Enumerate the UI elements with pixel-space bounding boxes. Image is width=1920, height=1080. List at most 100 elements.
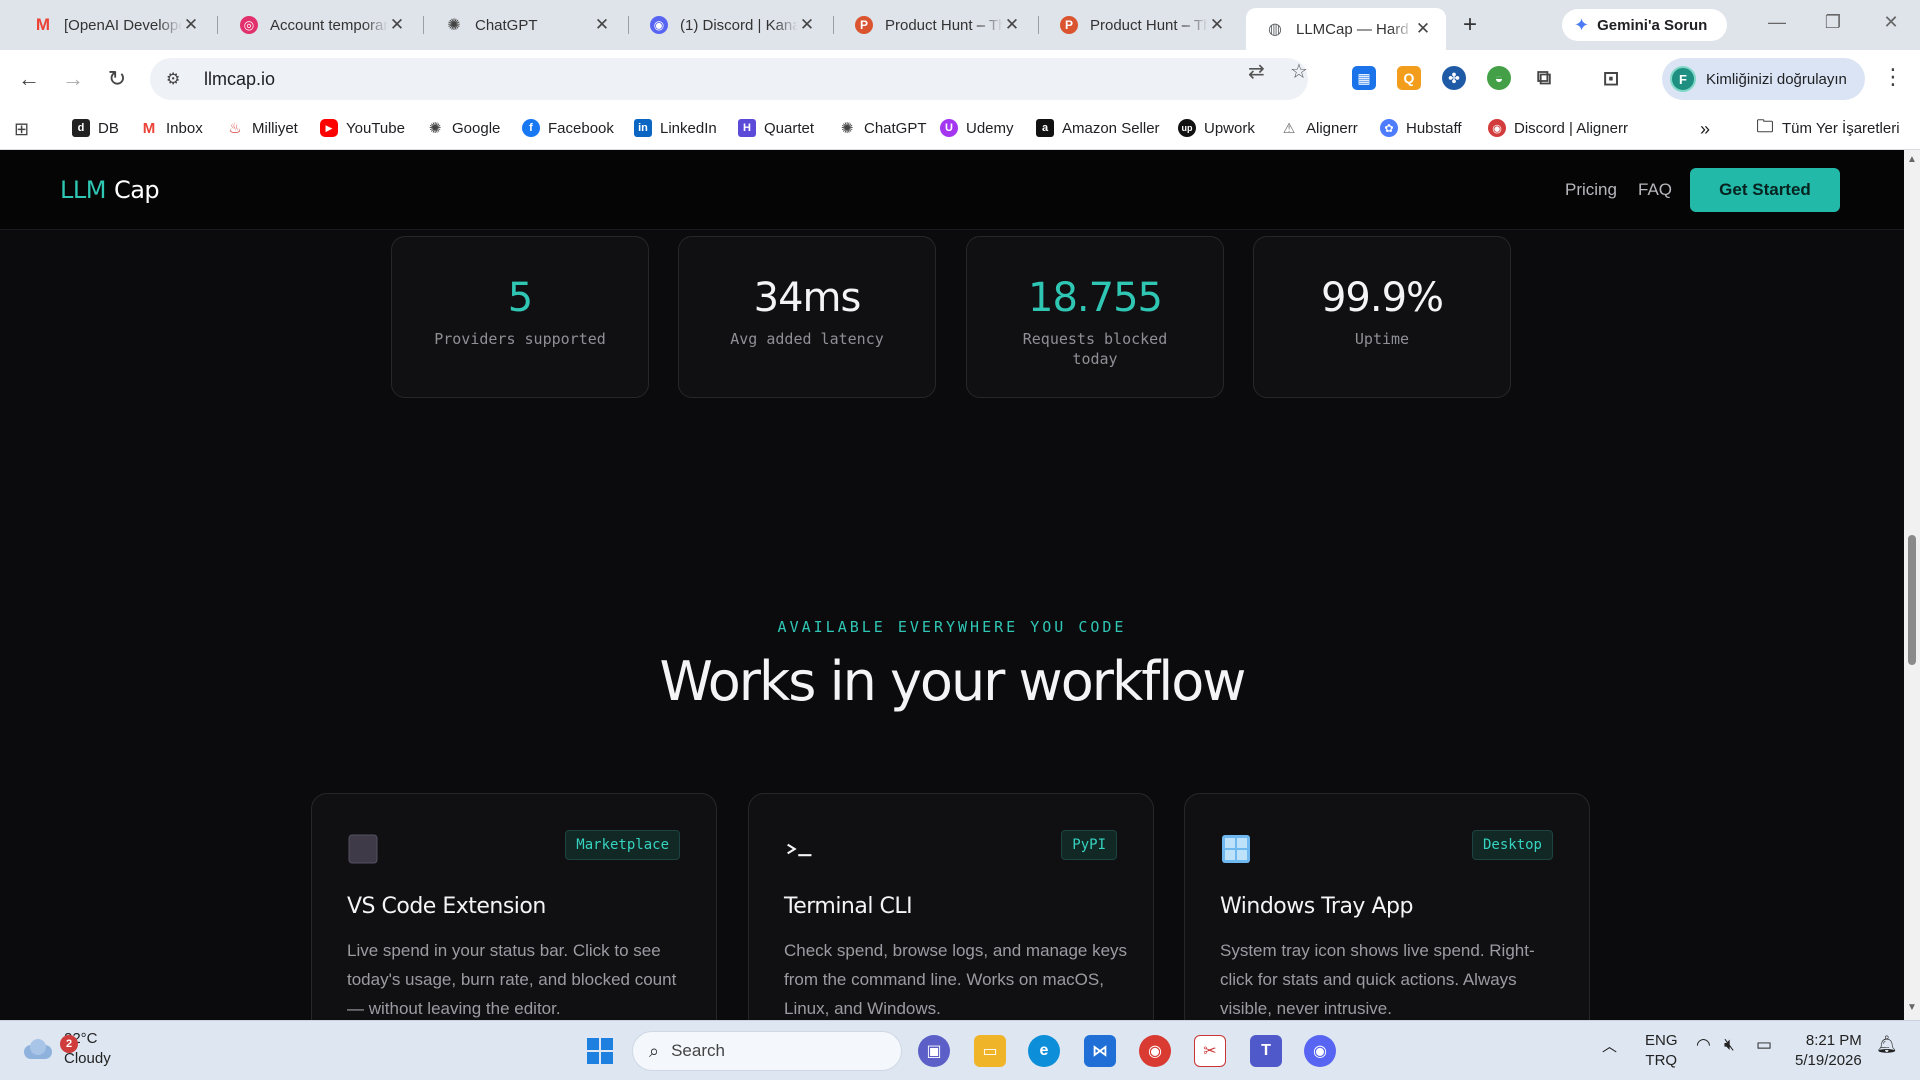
profile-button[interactable]: F Kimliğinizi doğrulayın bbox=[1662, 58, 1865, 100]
bookmarks-overflow-button[interactable]: » bbox=[1700, 119, 1710, 140]
bookmark-discord-alignerr[interactable]: ◉ Discord | Alignerr bbox=[1488, 119, 1628, 137]
card-terminal-cli[interactable]: PyPI Terminal CLI Check spend, browse lo… bbox=[748, 793, 1154, 1020]
address-bar[interactable]: ⚙ llmcap.io bbox=[150, 58, 1308, 100]
snipping-tool-icon[interactable]: ✂ bbox=[1194, 1035, 1226, 1067]
wifi-icon[interactable]: ◠ bbox=[1696, 1035, 1711, 1055]
extension-search-icon[interactable]: Q bbox=[1397, 66, 1421, 90]
speaker-muted-icon[interactable]: 🔇︎ bbox=[1724, 1035, 1735, 1055]
reload-icon[interactable]: ↻ bbox=[102, 64, 132, 94]
scroll-up-icon[interactable]: ▲ bbox=[1907, 154, 1917, 165]
tab-product-hunt-2[interactable]: P Product Hunt – The ✕ bbox=[1040, 8, 1240, 42]
tab-product-hunt-1[interactable]: P Product Hunt – The ✕ bbox=[835, 8, 1035, 42]
apps-grid-icon[interactable]: ⊞ bbox=[14, 119, 29, 140]
gemini-label: Gemini'a Sorun bbox=[1597, 16, 1708, 34]
minimize-icon[interactable]: — bbox=[1762, 12, 1792, 33]
close-icon[interactable]: ✕ bbox=[182, 15, 200, 35]
scrollbar-thumb[interactable] bbox=[1908, 535, 1916, 665]
quartet-icon: H bbox=[738, 119, 756, 137]
card-badge: Desktop bbox=[1471, 830, 1553, 860]
discord-icon[interactable]: ◉ bbox=[1304, 1035, 1336, 1067]
extension-bowl-icon[interactable]: ◒ bbox=[1487, 66, 1511, 90]
url-text[interactable]: llmcap.io bbox=[204, 69, 275, 90]
youtube-icon: ▶ bbox=[320, 119, 338, 137]
tab-llmcap-active[interactable]: ◍ LLMCap — Hard li ✕ bbox=[1246, 8, 1446, 50]
bookmark-label: Amazon Seller bbox=[1062, 119, 1160, 137]
stat-label: Uptime bbox=[1354, 330, 1410, 348]
bookmark-udemy[interactable]: U Udemy bbox=[940, 119, 1014, 137]
nav-faq-link[interactable]: FAQ bbox=[1638, 180, 1672, 200]
card-windows-tray-app[interactable]: Desktop Windows Tray App System tray ico… bbox=[1184, 793, 1590, 1020]
bookmark-upwork[interactable]: up Upwork bbox=[1178, 119, 1255, 137]
close-icon[interactable]: ✕ bbox=[593, 15, 611, 35]
edge-browser-icon[interactable]: e bbox=[1028, 1035, 1060, 1067]
battery-icon[interactable]: ▭ bbox=[1756, 1035, 1772, 1055]
input-language-indicator[interactable]: ENG TRQ bbox=[1645, 1031, 1678, 1071]
linkedin-icon: in bbox=[634, 119, 652, 137]
bookmark-google[interactable]: ✺ Google bbox=[426, 119, 501, 138]
get-started-button[interactable]: Get Started bbox=[1690, 168, 1840, 212]
teams-icon[interactable]: T bbox=[1250, 1035, 1282, 1067]
bookmark-facebook[interactable]: f Facebook bbox=[522, 119, 614, 137]
weather-widget[interactable]: 2 22°C Cloudy bbox=[22, 1029, 111, 1069]
show-hidden-icons-chevron-icon[interactable]: ︿ bbox=[1602, 1035, 1617, 1056]
discord-icon: ◉ bbox=[650, 16, 668, 34]
logo-suffix: Cap bbox=[113, 176, 160, 204]
close-icon[interactable]: ✕ bbox=[1208, 15, 1226, 35]
gmail-icon: M bbox=[35, 15, 51, 34]
card-title: VS Code Extension bbox=[347, 894, 546, 919]
close-icon[interactable]: ✕ bbox=[1003, 15, 1021, 35]
extension-globe-icon[interactable]: ✤ bbox=[1442, 66, 1466, 90]
close-icon[interactable]: ✕ bbox=[1414, 19, 1432, 39]
file-explorer-icon[interactable]: ▭ bbox=[974, 1035, 1006, 1067]
bookmark-alignerr[interactable]: ⚠ Alignerr bbox=[1280, 119, 1358, 137]
extensions-puzzle-icon[interactable]: ⧉ bbox=[1532, 66, 1556, 90]
scroll-down-icon[interactable]: ▼ bbox=[1907, 1002, 1917, 1013]
close-icon[interactable]: ✕ bbox=[798, 15, 816, 35]
window-close-icon[interactable]: ✕ bbox=[1876, 12, 1906, 33]
bookmark-db[interactable]: d DB bbox=[72, 119, 119, 137]
bookmark-hubstaff[interactable]: ✿ Hubstaff bbox=[1380, 119, 1462, 137]
bookmark-quartet[interactable]: H Quartet bbox=[738, 119, 814, 137]
back-arrow-icon[interactable]: ← bbox=[14, 64, 44, 94]
site-logo[interactable]: LLM Cap bbox=[60, 176, 160, 204]
restore-icon[interactable]: ❐ bbox=[1818, 12, 1848, 33]
bookmark-amazon-seller[interactable]: a Amazon Seller bbox=[1036, 119, 1160, 137]
windows-logo-icon bbox=[1221, 834, 1251, 864]
chrome-icon[interactable]: ◉ bbox=[1139, 1035, 1171, 1067]
tab-chatgpt[interactable]: ✺ ChatGPT ✕ bbox=[425, 8, 625, 42]
bookmark-linkedin[interactable]: in LinkedIn bbox=[634, 119, 717, 137]
taskbar-clock[interactable]: 8:21 PM 5/19/2026 bbox=[1795, 1031, 1862, 1071]
all-bookmarks-folder[interactable]: 🗀 Tüm Yer İşaretleri bbox=[1756, 117, 1900, 137]
tab-account-temporarily[interactable]: ◎ Account temporarily ✕ bbox=[220, 8, 420, 42]
forward-arrow-icon[interactable]: → bbox=[58, 64, 88, 94]
tab-discord[interactable]: ◉ (1) Discord | Kanal ✕ bbox=[630, 8, 830, 42]
media-controls-icon[interactable]: ⊡ bbox=[1599, 66, 1623, 90]
taskbar-search-box[interactable]: ⌕ Search bbox=[632, 1031, 902, 1071]
card-description: Live spend in your status bar. Click to … bbox=[347, 941, 677, 1018]
windows-start-icon[interactable] bbox=[584, 1035, 616, 1067]
tab-title: Product Hunt – The bbox=[885, 16, 1003, 34]
close-icon[interactable]: ✕ bbox=[388, 15, 406, 35]
menu-kebab-icon[interactable]: ⋮ bbox=[1882, 64, 1904, 90]
tab-openai-developer[interactable]: M [OpenAI Developer ✕ bbox=[14, 8, 214, 42]
logo-prefix: LLM bbox=[60, 176, 106, 204]
bookmark-youtube[interactable]: ▶ YouTube bbox=[320, 119, 405, 137]
translate-icon[interactable]: ⇄ bbox=[1248, 59, 1265, 84]
bookmark-chatgpt[interactable]: ✺ ChatGPT bbox=[838, 119, 927, 138]
keyboard-layout: TRQ bbox=[1645, 1052, 1678, 1069]
clock-date: 5/19/2026 bbox=[1795, 1052, 1862, 1069]
site-settings-icon[interactable]: ⚙ bbox=[166, 69, 186, 89]
gemini-button[interactable]: ✦ Gemini'a Sorun bbox=[1562, 9, 1728, 41]
extension-dashboard-icon[interactable]: ▦ bbox=[1352, 66, 1376, 90]
bookmark-milliyet[interactable]: ♨ Milliyet bbox=[226, 119, 298, 138]
nav-pricing-link[interactable]: Pricing bbox=[1565, 180, 1617, 200]
bookmark-inbox[interactable]: M Inbox bbox=[140, 119, 203, 137]
bookmark-star-icon[interactable]: ☆ bbox=[1290, 59, 1308, 84]
vscode-icon[interactable]: ⋈ bbox=[1084, 1035, 1116, 1067]
notifications-bell-icon[interactable]: 🔔︎ bbox=[1876, 1035, 1898, 1055]
meet-now-icon[interactable]: ▣ bbox=[918, 1035, 950, 1067]
page-scrollbar[interactable]: ▲ ▼ bbox=[1904, 150, 1920, 1020]
card-vscode-extension[interactable]: Marketplace VS Code Extension Live spend… bbox=[311, 793, 717, 1020]
new-tab-button[interactable]: + bbox=[1455, 10, 1485, 40]
avatar: F bbox=[1670, 66, 1696, 92]
